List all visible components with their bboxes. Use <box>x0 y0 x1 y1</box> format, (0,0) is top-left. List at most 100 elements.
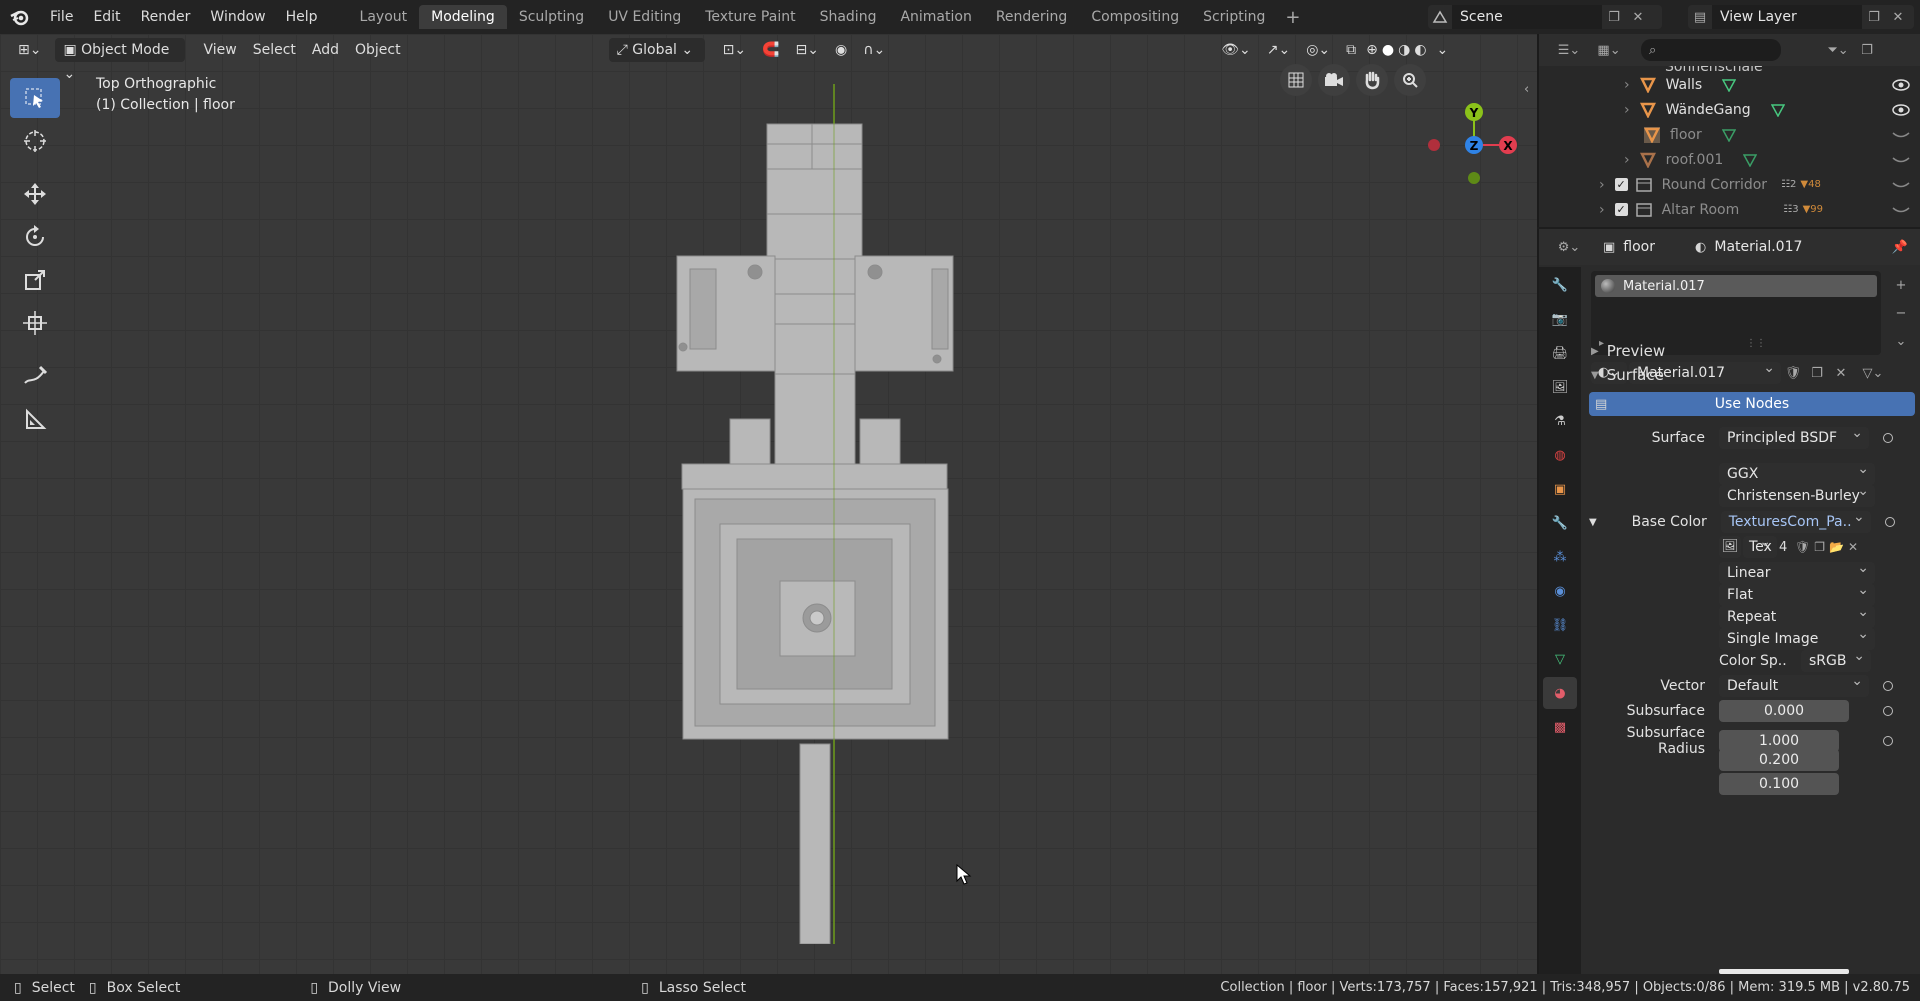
tab-constraints-icon[interactable]: ⛓ <box>1543 609 1577 641</box>
select-box-tool[interactable] <box>10 78 60 118</box>
list-item[interactable]: › ✓ Altar Room ☷3 ▼99 <box>1539 197 1920 222</box>
rotate-tool[interactable] <box>10 217 60 257</box>
hidden-eye-icon[interactable] <box>1892 179 1910 191</box>
socket-icon[interactable] <box>1883 681 1893 691</box>
image-name-field[interactable]: Tex <box>1743 531 1777 558</box>
xray-toggle-icon[interactable]: ⧉ <box>1338 38 1364 62</box>
tab-particles-icon[interactable]: ⁂ <box>1543 541 1577 573</box>
tab-uv-editing[interactable]: UV Editing <box>596 5 693 29</box>
new-scene-icon[interactable]: ❐ <box>1602 5 1626 29</box>
tab-render-icon[interactable]: 📷 <box>1543 303 1577 335</box>
tab-sculpting[interactable]: Sculpting <box>507 5 596 29</box>
grid-toggle-icon[interactable] <box>1280 64 1312 96</box>
tab-texture-icon[interactable]: ▩ <box>1543 711 1577 743</box>
expand-arrow-icon[interactable]: ▼ <box>1589 517 1597 528</box>
tab-object-icon[interactable]: ▣ <box>1543 473 1577 505</box>
expand-arrow-icon[interactable]: › <box>1599 202 1605 218</box>
hidden-eye-icon[interactable] <box>1892 154 1910 166</box>
surface-shader-field[interactable]: Principled BSDF <box>1719 422 1869 449</box>
menu-select[interactable]: Select <box>245 38 304 62</box>
tab-animation[interactable]: Animation <box>888 5 983 29</box>
tab-tool-icon[interactable]: 🔧 <box>1543 269 1577 301</box>
use-nodes-button[interactable]: ▤ Use Nodes <box>1589 392 1915 416</box>
blender-logo-icon[interactable] <box>0 0 40 34</box>
view-layer-selector[interactable]: ▤ View Layer ❐ ✕ <box>1688 5 1914 29</box>
tab-data-icon[interactable]: ▽ <box>1543 643 1577 675</box>
hidden-eye-icon[interactable] <box>1892 129 1910 141</box>
open-image-icon[interactable]: 📂 <box>1829 540 1844 554</box>
properties-editor-type-icon[interactable]: ⚙⌄ <box>1549 235 1589 259</box>
add-workspace-button[interactable]: + <box>1277 7 1308 28</box>
tab-modeling[interactable]: Modeling <box>419 5 507 29</box>
menu-edit[interactable]: Edit <box>83 0 130 34</box>
image-browse-icon[interactable]: 🖼 <box>1719 536 1741 558</box>
tab-scripting[interactable]: Scripting <box>1191 5 1277 29</box>
collection-checkbox[interactable]: ✓ <box>1614 203 1628 216</box>
shading-solid-icon[interactable]: ● <box>1380 38 1396 62</box>
subsurface-radius-y[interactable]: 0.200 <box>1719 749 1839 771</box>
delete-view-layer-icon[interactable]: ✕ <box>1886 5 1910 29</box>
list-item[interactable]: › ✓ Round Corridor ☷2 ▼48 <box>1539 172 1920 197</box>
socket-icon[interactable] <box>1883 736 1893 746</box>
annotate-tool[interactable] <box>10 356 60 396</box>
scene-selector[interactable]: Scene ❐ ✕ <box>1428 5 1662 29</box>
axis-neg-x-icon[interactable] <box>1428 139 1440 151</box>
list-item[interactable]: › WändeGang <box>1539 97 1920 122</box>
shading-rendered-icon[interactable]: ◐ <box>1412 38 1428 62</box>
menu-file[interactable]: File <box>40 0 83 34</box>
distribution-dropdown[interactable]: GGX <box>1719 458 1875 485</box>
display-mode-icon[interactable]: ▦⌄ <box>1589 38 1629 62</box>
subsurface-value-field[interactable]: 0.000 <box>1719 700 1849 722</box>
view-layer-field[interactable]: View Layer <box>1712 5 1862 29</box>
proportional-edit-icon[interactable]: ◉ <box>827 38 855 62</box>
move-tool[interactable] <box>10 174 60 214</box>
axis-gizmo[interactable]: Y X Z <box>1410 74 1530 184</box>
pin-icon[interactable]: 📌 <box>1892 240 1908 255</box>
3d-viewport[interactable]: ⊞⌄ ▣ Object Mode ⌄ View Select Add Objec… <box>0 34 1537 974</box>
scene-name-field[interactable]: Scene <box>1452 5 1602 29</box>
cursor-tool[interactable] <box>10 121 60 161</box>
menu-help[interactable]: Help <box>276 0 328 34</box>
camera-view-icon[interactable] <box>1318 64 1350 96</box>
visibility-icon[interactable]: 👁⌄ <box>1213 38 1259 62</box>
scale-tool[interactable] <box>10 260 60 300</box>
material-slot-row[interactable]: Material.017 <box>1595 275 1877 297</box>
hidden-eye-icon[interactable] <box>1892 204 1910 216</box>
overlay-toggle-icon[interactable]: ◎⌄ <box>1298 38 1338 62</box>
menu-render[interactable]: Render <box>131 0 201 34</box>
menu-add[interactable]: Add <box>304 38 347 62</box>
tab-view-layer-icon[interactable]: 🖼 <box>1543 371 1577 403</box>
tab-physics-icon[interactable]: ◉ <box>1543 575 1577 607</box>
surface-panel-header[interactable]: ▼ Surface <box>1585 363 1920 387</box>
duplicate-image-icon[interactable]: ❐ <box>1814 540 1825 554</box>
shading-wireframe-icon[interactable]: ⊕ <box>1364 38 1380 62</box>
new-collection-icon[interactable]: ❐ <box>1855 38 1879 62</box>
list-item[interactable]: › Walls <box>1539 72 1920 97</box>
filter-icon[interactable]: ⏷⌄ <box>1821 38 1855 62</box>
visibility-eye-icon[interactable] <box>1892 103 1910 116</box>
measure-tool[interactable] <box>10 399 60 439</box>
outliner-editor-type-icon[interactable]: ☰⌄ <box>1549 38 1589 62</box>
extension-dropdown[interactable]: Repeat <box>1719 601 1875 628</box>
subsurface-radius-z[interactable]: 0.100 <box>1719 773 1839 795</box>
socket-icon[interactable] <box>1883 433 1893 443</box>
vector-field[interactable]: Default <box>1719 670 1869 697</box>
editor-type-icon[interactable]: ⊞⌄ <box>10 38 49 62</box>
preview-panel-header[interactable]: ▶ Preview <box>1585 339 1920 363</box>
pan-hand-icon[interactable] <box>1356 64 1388 96</box>
menu-window[interactable]: Window <box>200 0 275 34</box>
orientation-dropdown[interactable]: ⤢ Global ⌄ <box>608 38 705 62</box>
gizmo-toggle-icon[interactable]: ↗⌄ <box>1259 38 1298 62</box>
snap-icon[interactable]: 🧲 <box>754 38 787 62</box>
interpolation-dropdown[interactable]: Linear <box>1719 557 1875 584</box>
fake-user-icon[interactable]: 🛡 <box>1795 540 1810 554</box>
outliner-search-input[interactable]: ⌕ <box>1641 39 1781 61</box>
tab-texture-paint[interactable]: Texture Paint <box>693 5 807 29</box>
axis-neg-y-icon[interactable] <box>1468 172 1480 184</box>
tab-output-icon[interactable]: 🖨 <box>1543 337 1577 369</box>
sidebar-toggle-icon[interactable]: ‹ <box>1524 82 1529 97</box>
projection-dropdown[interactable]: Flat <box>1719 579 1875 606</box>
base-color-link-field[interactable]: TexturesCom_Pa.. <box>1720 506 1871 533</box>
tab-world-icon[interactable]: ◍ <box>1543 439 1577 471</box>
tab-compositing[interactable]: Compositing <box>1079 5 1191 29</box>
